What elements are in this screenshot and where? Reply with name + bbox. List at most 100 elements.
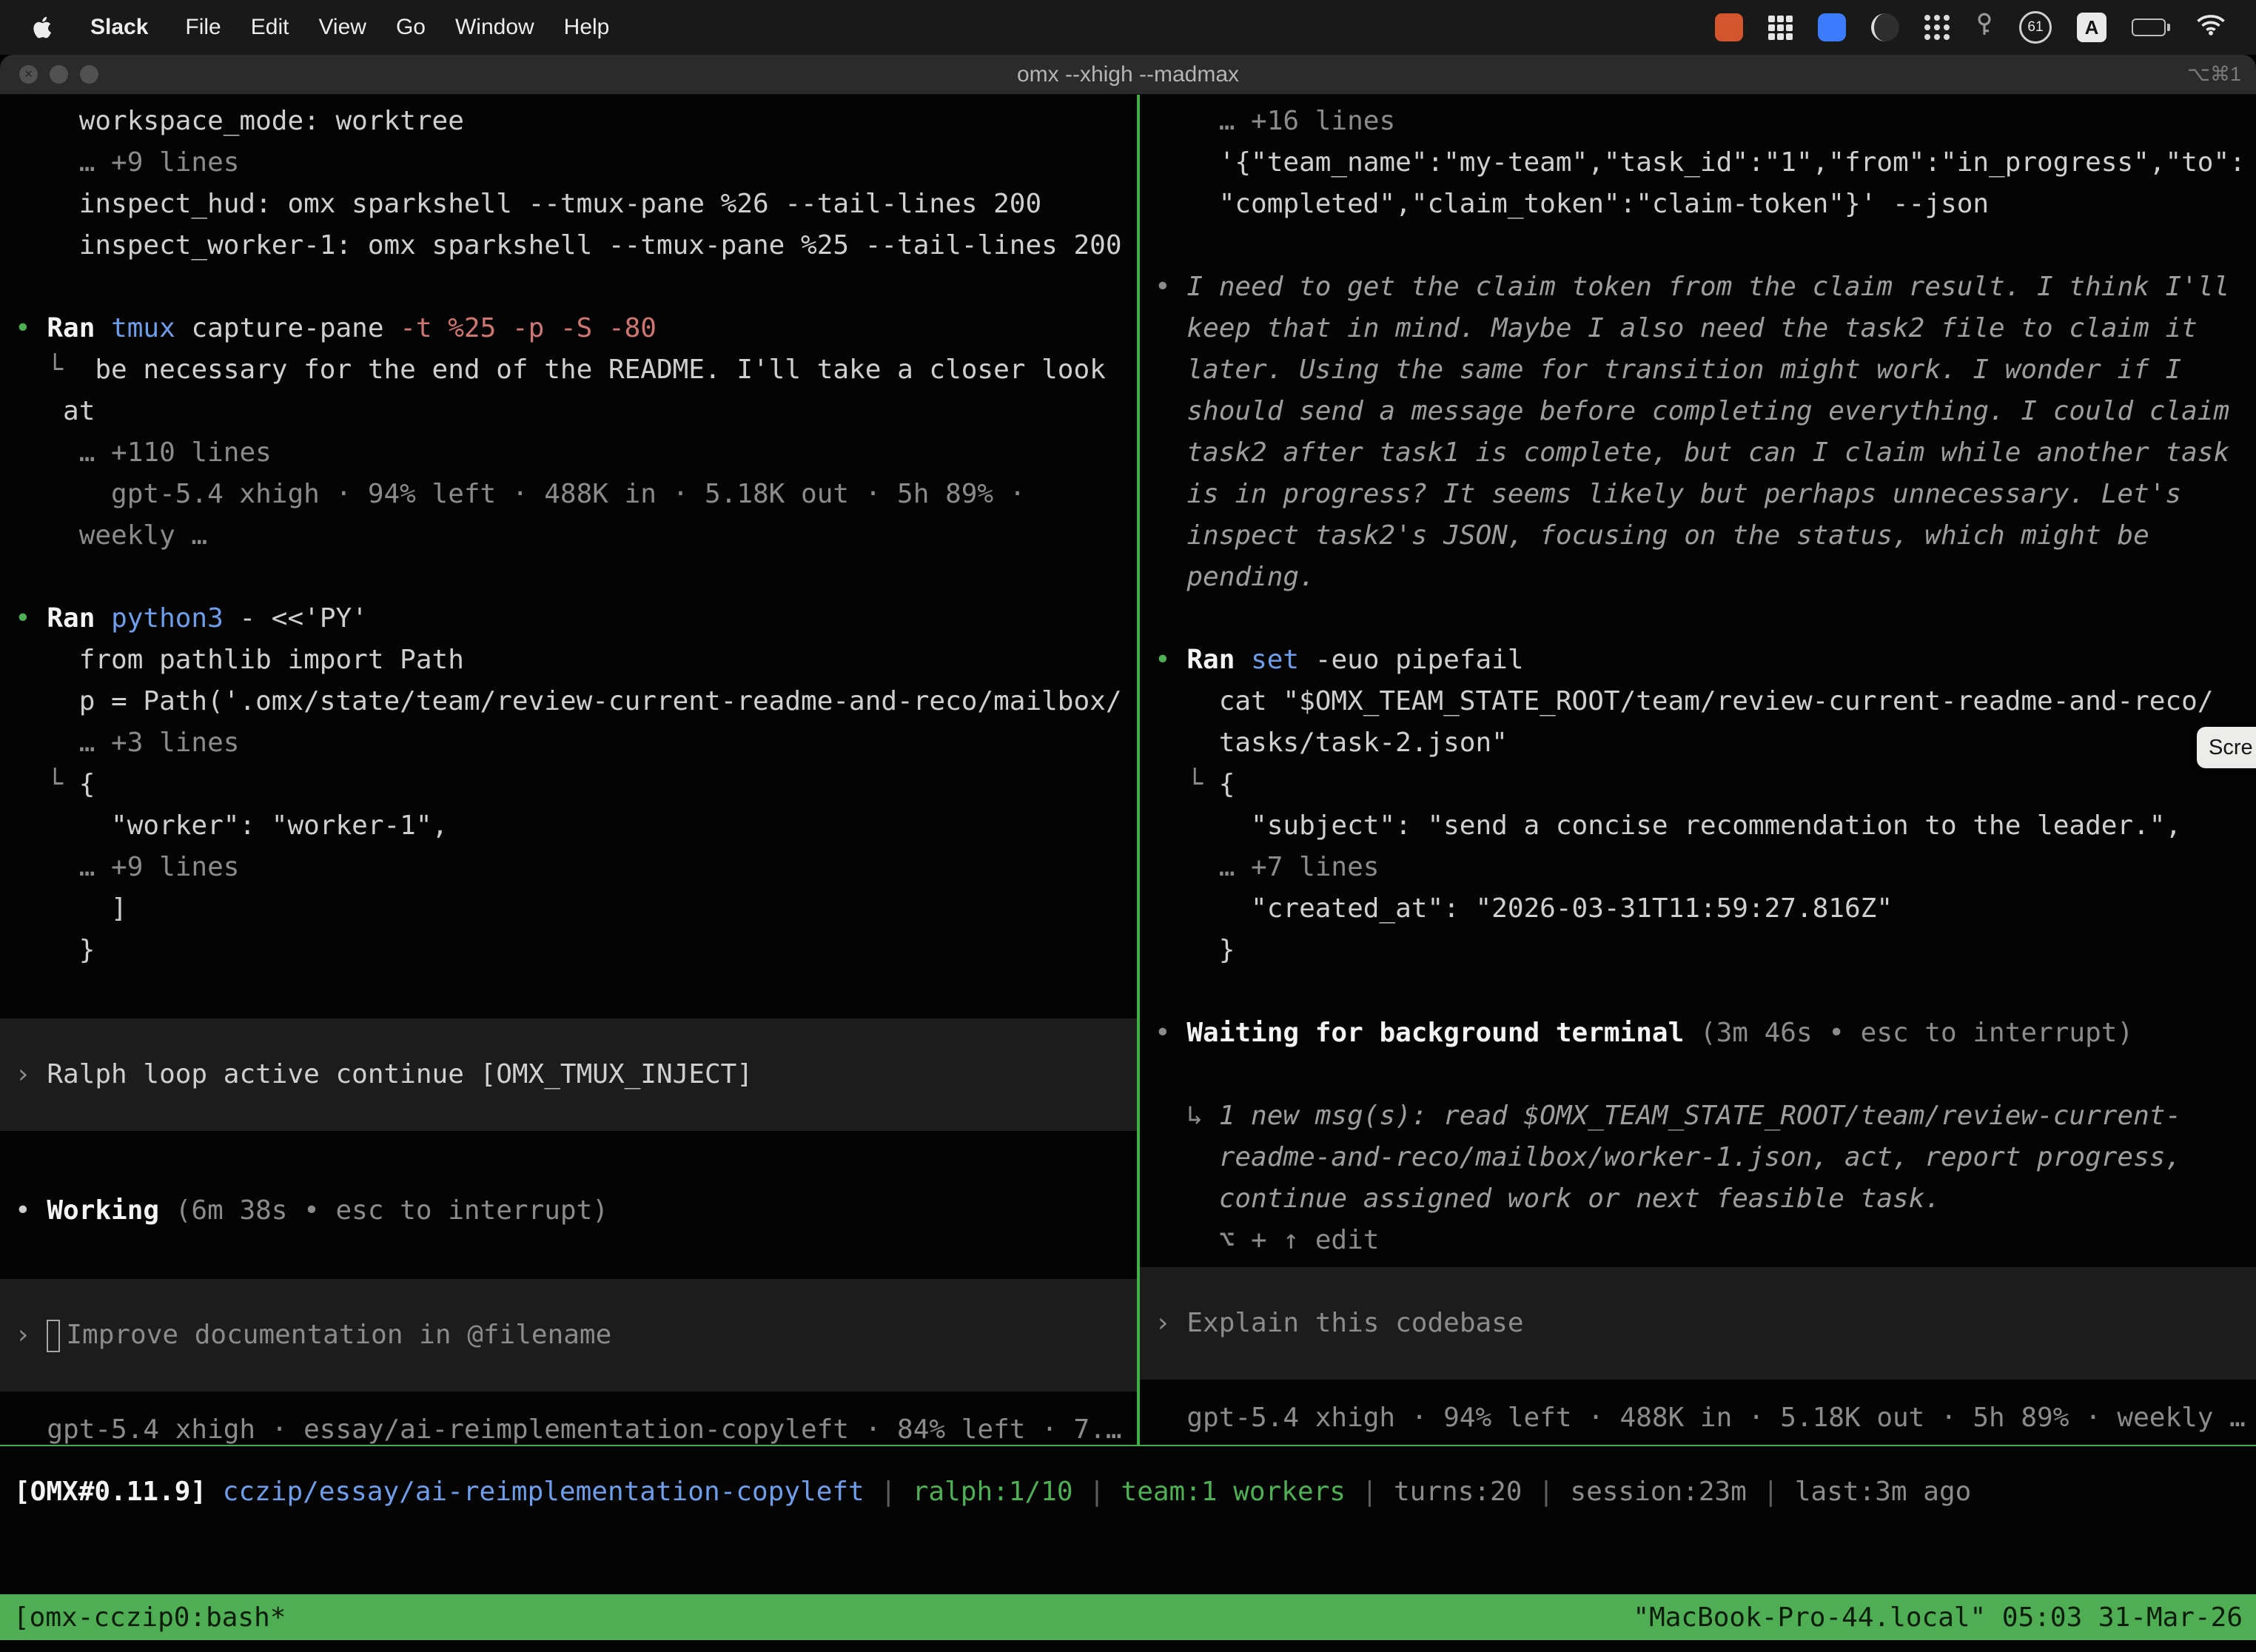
terminal-line: … +110 lines (0, 432, 1137, 474)
menu-app-name[interactable]: Slack (77, 9, 161, 46)
terminal-line: weekly … (0, 515, 1137, 557)
text-segment: } (15, 935, 95, 965)
text-segment: | (1747, 1477, 1795, 1507)
terminal-line: "created_at": "2026-03-31T11:59:27.816Z" (1140, 888, 2256, 930)
text-segment (15, 852, 79, 882)
text-segment: gpt-5.4 xhigh · 94% left · 488K in · 5.1… (15, 479, 1025, 509)
terminal-line: … +9 lines (0, 847, 1137, 888)
text-segment: -t %25 -p -S -80 (400, 313, 657, 343)
close-button[interactable]: × (19, 65, 38, 84)
blank-line (0, 1232, 1137, 1273)
battery-icon[interactable] (2132, 19, 2170, 36)
menu-file[interactable]: File (170, 9, 235, 46)
text-segment: { (79, 769, 95, 799)
ran-python-line: • Ran python3 - <<'PY' (0, 598, 1137, 639)
edit-hint-line: ⌥ + ↑ edit (1140, 1220, 2256, 1261)
dark-app-icon[interactable] (1871, 13, 1899, 41)
text-segment: … +9 lines (79, 852, 240, 882)
prompt-input-row[interactable]: › Improve documentation in @filename (0, 1279, 1137, 1391)
left-pane[interactable]: workspace_mode: worktree … +9 lines insp… (0, 95, 1137, 1445)
right-pane[interactable]: … +16 lines '{"team_name":"my-team","tas… (1140, 95, 2256, 1445)
blank-line (1140, 1054, 2256, 1095)
text-segment: keep that in mind. Maybe I also need the… (1155, 313, 2198, 343)
menu-view[interactable]: View (303, 9, 380, 46)
tmux-status-bar: [omx-cczip0:bash* "MacBook-Pro-44.local"… (0, 1594, 2256, 1640)
text-segment: … +16 lines (1219, 106, 1395, 136)
screen-recording-indicator-icon[interactable] (1715, 13, 1743, 41)
text-segment: … +7 lines (1219, 852, 1380, 882)
key-icon[interactable] (1975, 10, 1994, 45)
text-segment: capture-pane (191, 313, 400, 343)
text-segment: 1 new msg(s): read $OMX_TEAM_STATE_ROOT/… (1219, 1101, 2181, 1131)
wifi-icon[interactable] (2195, 13, 2226, 42)
text-segment: └ (1155, 769, 1219, 799)
window-grid-icon[interactable] (1768, 16, 1793, 40)
text-segment: inspect_worker-1: omx sparkshell --tmux-… (15, 230, 1122, 261)
terminal-line: p = Path('.omx/state/team/review-current… (0, 681, 1137, 722)
text-segment: Explain this codebase (1186, 1308, 1523, 1338)
text-segment: | (1073, 1477, 1121, 1507)
input-source-letter: A (2085, 16, 2099, 39)
text-segment: pending. (1155, 562, 1315, 592)
terminal-line: keep that in mind. Maybe I also need the… (1140, 308, 2256, 349)
blank-line (0, 971, 1137, 1013)
text-segment: be necessary for the end of the README. … (95, 355, 1105, 385)
menu-help[interactable]: Help (549, 9, 625, 46)
terminal-line: workspace_mode: worktree (0, 101, 1137, 142)
text-segment: "worker": "worker-1", (15, 810, 448, 841)
terminal-line: task2 after task1 is complete, but can I… (1140, 432, 2256, 474)
terminal-line: inspect task2's JSON, focusing on the st… (1140, 515, 2256, 557)
window-titlebar[interactable]: × omx --xhigh --madmax ⌥⌘1 (0, 55, 2256, 95)
text-segment: ⌥ + ↑ edit (1155, 1225, 1379, 1255)
terminal-line: inspect_worker-1: omx sparkshell --tmux-… (0, 225, 1137, 266)
prompt-input-row[interactable]: › Explain this codebase (1140, 1267, 2256, 1380)
text-segment: Ran (47, 603, 111, 634)
dots-grid-icon[interactable] (1924, 15, 1950, 40)
battery-percentage-badge[interactable]: 61 (2019, 11, 2052, 44)
text-segment: • (1155, 272, 1186, 302)
blank-line (0, 1149, 1137, 1190)
text-segment: is in progress? It seems likely but perh… (1155, 479, 2181, 509)
minimize-button[interactable] (50, 65, 68, 84)
menu-go[interactable]: Go (381, 9, 440, 46)
text-segment: { (1219, 769, 1235, 799)
text-segment: I need to get the claim token from the c… (1186, 272, 2229, 302)
text-segment: tmux (111, 313, 191, 343)
terminal-line: "subject": "send a concise recommendatio… (1140, 805, 2256, 847)
text-segment: "created_at": "2026-03-31T11:59:27.816Z" (1155, 893, 1893, 924)
text-segment: • (15, 603, 47, 634)
battery-percent-value: 61 (2027, 19, 2043, 36)
text-segment: • (15, 313, 47, 343)
terminal-line: gpt-5.4 xhigh · 94% left · 488K in · 5.1… (0, 474, 1137, 515)
terminal-line: later. Using the same for transition mig… (1140, 349, 2256, 391)
text-segment: Improve documentation in @filename (66, 1320, 611, 1350)
text-segment (15, 437, 79, 468)
text-segment: team:1 workers (1121, 1477, 1346, 1507)
macos-menu-bar: Slack File Edit View Go Window Help 61 A (0, 0, 2256, 55)
terminal-line: should send a message before completing … (1140, 391, 2256, 432)
traffic-lights: × (19, 55, 98, 94)
text-segment: python3 (111, 603, 239, 634)
apple-menu-icon[interactable] (30, 14, 52, 41)
menu-edit[interactable]: Edit (236, 9, 304, 46)
zoom-button[interactable] (80, 65, 98, 84)
text-segment: workspace_mode: worktree (15, 106, 464, 136)
tmux-host-clock-label: "MacBook-Pro-44.local" 05:03 31-Mar-26 (1633, 1602, 2243, 1633)
injected-prompt-row[interactable]: › Ralph loop active continue [OMX_TMUX_I… (0, 1018, 1137, 1131)
text-segment: from pathlib import Path (15, 645, 464, 675)
input-source-icon[interactable]: A (2077, 13, 2106, 42)
text-segment: … +3 lines (79, 728, 240, 758)
ran-set-line: • Ran set -euo pipefail (1140, 639, 2256, 681)
terminal-line: cat "$OMX_TEAM_STATE_ROOT/team/review-cu… (1140, 681, 2256, 722)
text-segment: └ (15, 355, 95, 385)
text-segment: at (15, 396, 95, 426)
menu-window[interactable]: Window (440, 9, 549, 46)
text-segment: p = Path('.omx/state/team/review-current… (15, 686, 1122, 716)
text-segment: (3m 46s • esc to interrupt) (1700, 1018, 2133, 1048)
text-segment: • (1155, 645, 1186, 675)
text-segment: cczip/essay/ai-reimplementation-copyleft (223, 1477, 865, 1507)
screen-share-overlay[interactable]: Scre (2197, 727, 2256, 768)
blue-app-icon[interactable] (1818, 13, 1846, 41)
text-cursor (47, 1320, 60, 1352)
terminal-line: pending. (1140, 557, 2256, 598)
